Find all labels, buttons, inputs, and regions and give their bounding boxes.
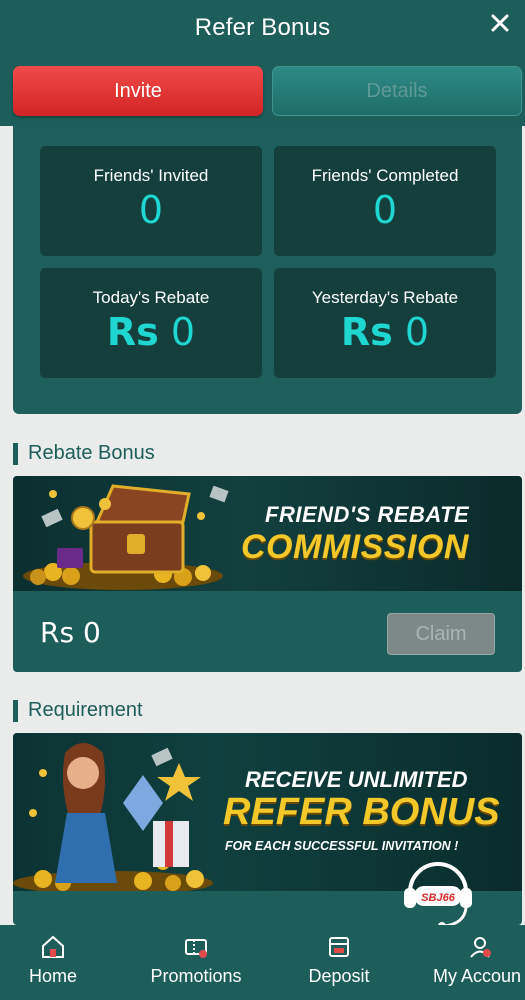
nav-deposit[interactable]: Deposit <box>303 925 375 1000</box>
banner-subheadline: COMMISSION <box>241 528 469 566</box>
currency-label: Rs <box>340 310 393 354</box>
tab-invite[interactable]: Invite <box>13 66 263 116</box>
stat-card-friends-completed: Friends' Completed 0 <box>274 146 496 256</box>
deposit-icon <box>329 937 349 957</box>
tab-details[interactable]: Details <box>272 66 522 116</box>
stat-value: 0 <box>138 188 164 232</box>
close-icon <box>491 14 509 32</box>
rebate-amount: Rs 0 <box>40 616 101 649</box>
stat-card-yesterdays-rebate: Yesterday's Rebate Rs 0 <box>274 268 496 378</box>
nav-promotions[interactable]: Promotions <box>146 925 246 1000</box>
stat-label: Yesterday's Rebate <box>311 288 459 307</box>
home-icon <box>42 935 64 958</box>
stat-value: Rs 0 <box>341 310 429 354</box>
nav-label: My Accoun <box>433 966 522 986</box>
support-badge: SBJ66 <box>421 892 456 904</box>
currency-label: Rs <box>106 310 159 354</box>
section-marker <box>13 699 18 722</box>
requirement-heading: Requirement <box>13 699 143 722</box>
nav-label: Promotions <box>150 966 242 986</box>
section-title: Rebate Bonus <box>28 442 155 464</box>
stat-card-friends-invited: Friends' Invited 0 <box>40 146 262 256</box>
stat-value: Rs 0 <box>107 310 195 354</box>
banner-headline: FRIEND'S REBATE <box>265 502 470 527</box>
page-title: Refer Bonus <box>194 14 331 41</box>
stat-card-todays-rebate: Today's Rebate Rs 0 <box>40 268 262 378</box>
bottom-navigation: Home Promotions Deposit My Accoun <box>0 925 525 1000</box>
rebate-bonus-heading: Rebate Bonus <box>13 442 155 465</box>
stats-panel: Friends' Invited 0 Friends' Completed 0 … <box>13 126 522 414</box>
claim-button[interactable]: Claim <box>387 613 495 655</box>
nav-label: Deposit <box>308 966 370 986</box>
banner-caption: FOR EACH SUCCESSFUL INVITATION ! <box>225 839 459 853</box>
nav-my-account[interactable]: My Accoun <box>430 925 525 1000</box>
tabs-bar: Invite Details <box>0 56 525 126</box>
stat-value: 0 <box>372 188 398 232</box>
rebate-bonus-card: FRIEND'S REBATE COMMISSION Rs 0 Claim <box>13 476 522 672</box>
nav-home[interactable]: Home <box>20 925 86 1000</box>
stat-label: Today's Rebate <box>92 288 210 307</box>
section-title: Requirement <box>28 699 143 721</box>
woman-with-gifts-illustration <box>13 743 213 891</box>
close-button[interactable] <box>485 8 515 38</box>
account-icon <box>470 937 491 958</box>
rebate-commission-banner: FRIEND'S REBATE COMMISSION <box>13 476 522 591</box>
promotions-icon <box>185 939 207 958</box>
amount-value: 0 <box>170 310 196 354</box>
support-button[interactable]: SBJ66 <box>398 852 478 932</box>
amount-value: 0 <box>404 310 430 354</box>
stat-label: Friends' Completed <box>311 166 459 185</box>
stat-label: Friends' Invited <box>93 166 209 185</box>
banner-subheadline: REFER BONUS <box>223 791 500 833</box>
banner-headline: RECEIVE UNLIMITED <box>245 767 468 792</box>
headset-support-icon: SBJ66 <box>404 862 472 930</box>
treasure-chest-icon <box>23 484 229 590</box>
nav-label: Home <box>28 966 77 986</box>
section-marker <box>13 442 18 465</box>
header-bar: Refer Bonus <box>0 0 525 56</box>
